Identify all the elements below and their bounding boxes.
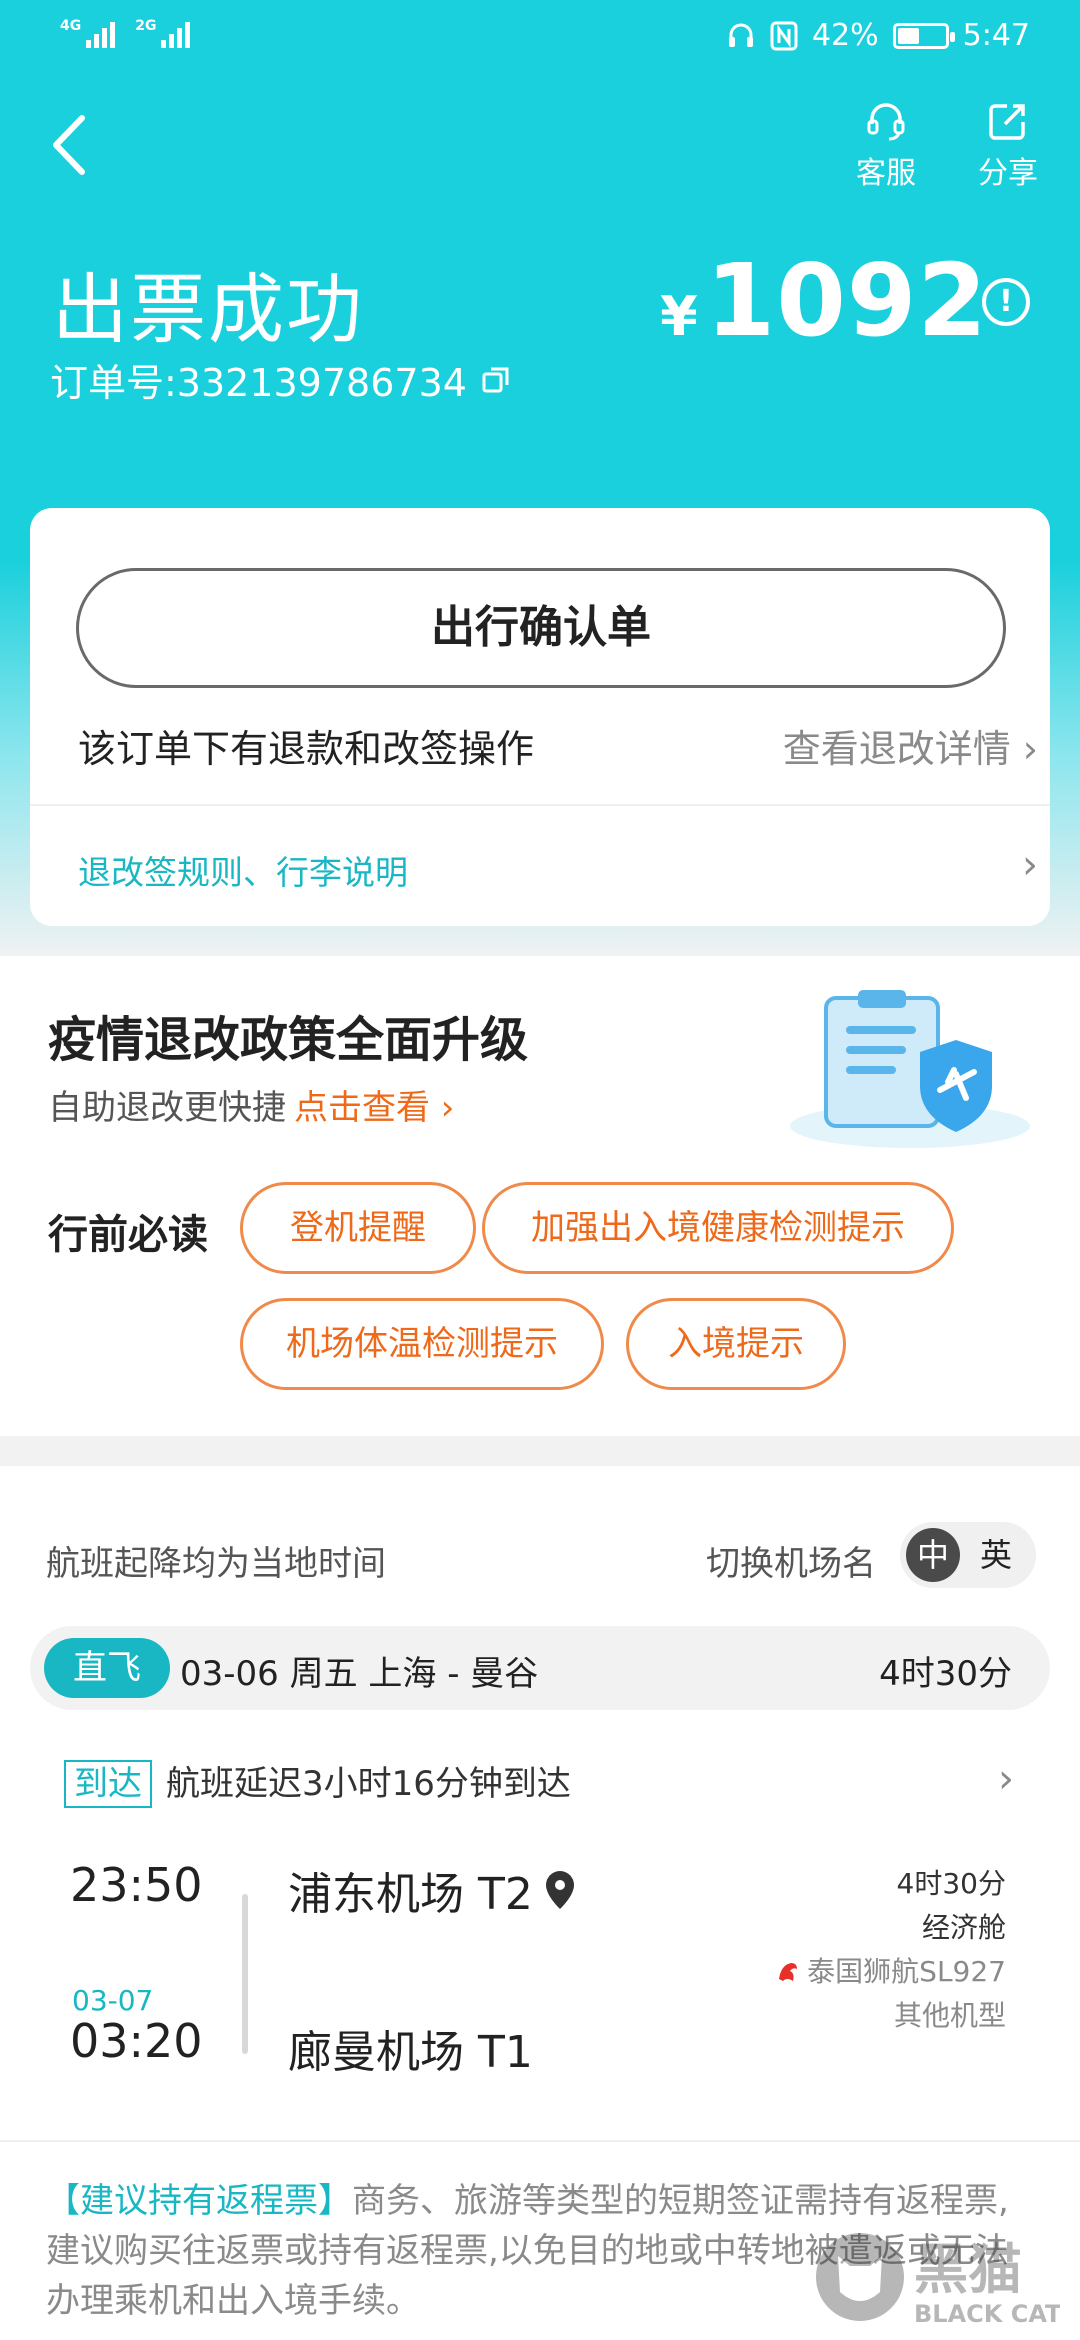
timeline-line: [242, 1894, 248, 2054]
tag-temperature-check[interactable]: 机场体温检测提示: [240, 1298, 604, 1390]
arrival-badge: 到达: [64, 1760, 152, 1808]
location-pin-icon[interactable]: [543, 1869, 577, 1911]
share-button[interactable]: 分享: [958, 98, 1058, 192]
arrival-delay-row[interactable]: 到达 航班延迟3小时16分钟到达 ›: [64, 1756, 1014, 1808]
page-title: 出票成功: [52, 265, 364, 354]
flight-summary-bar: 直飞 03-06 周五 上海 - 曼谷 4时30分: [30, 1626, 1050, 1710]
document-shield-illustration: [790, 990, 1030, 1148]
policy-title: 疫情退改政策全面升级: [48, 1012, 529, 1068]
switch-airport-label: 切换机场名: [706, 1544, 876, 1584]
rules-link-text: 退改签规则、行李说明: [78, 853, 408, 892]
copy-icon[interactable]: [481, 365, 511, 395]
signal-icon: 4G: [60, 18, 116, 48]
refund-text: 该订单下有退款和改签操作: [78, 727, 535, 771]
headphone-icon: [728, 23, 753, 47]
order-number-text: 订单号:332139786734: [50, 361, 467, 405]
share-label: 分享: [978, 156, 1038, 191]
cabin-class: 经济舱: [921, 1911, 1006, 1944]
share-icon: [989, 104, 1025, 140]
flight-meta: 4时30分 经济舱 泰国狮航SL927 其他机型: [775, 1862, 1006, 2038]
lion-air-logo-icon: [779, 1963, 798, 1981]
notice-highlight: 【建议持有返程票】: [46, 2181, 352, 2221]
refund-row[interactable]: 该订单下有退款和改签操作 查看退改详情 ›: [78, 718, 1038, 788]
tag-boarding-reminder[interactable]: 登机提醒: [240, 1182, 476, 1274]
clock: 5:47: [962, 18, 1030, 53]
direct-badge: 直飞: [44, 1638, 170, 1698]
arrival-time: 03:20: [70, 2014, 203, 2068]
travel-confirmation-button[interactable]: 出行确认单: [76, 568, 1006, 688]
must-read-label: 行前必读: [48, 1212, 208, 1258]
flight-duration: 4时30分: [879, 1654, 1012, 1694]
svg-text:黑猫: 黑猫: [914, 2238, 1022, 2301]
arrival-delay-text: 航班延迟3小时16分钟到达: [166, 1764, 571, 1804]
price-info-icon[interactable]: !: [982, 278, 1030, 326]
language-toggle[interactable]: 中 英: [900, 1522, 1036, 1588]
rules-link[interactable]: 退改签规则、行李说明 ›: [78, 842, 1038, 894]
battery-icon: [892, 22, 955, 49]
arrival-date: 03-07: [72, 1984, 154, 2017]
tag-entry-tips[interactable]: 入境提示: [626, 1298, 846, 1390]
nfc-icon: [770, 21, 798, 50]
order-card: 出行确认单 该订单下有退款和改签操作 查看退改详情 › 退改签规则、行李说明 ›: [30, 508, 1050, 926]
headset-icon: [867, 103, 905, 141]
status-bar: 4G 2G 42% 5:47: [0, 0, 1080, 72]
toggle-english[interactable]: 英: [980, 1528, 1012, 1582]
divider: [30, 804, 1050, 806]
signal-icon: 2G: [135, 18, 191, 48]
policy-subtitle: 自助退改更快捷 点击查看 ›: [48, 1088, 455, 1128]
chevron-right-icon: ›: [998, 1756, 1014, 1802]
chevron-right-icon: ›: [1022, 727, 1038, 771]
tag-health-check[interactable]: 加强出入境健康检测提示: [482, 1182, 954, 1274]
battery-percent: 42%: [811, 18, 879, 53]
back-icon[interactable]: [42, 110, 102, 180]
departure-airport: 浦东机场 T2: [288, 1858, 577, 1922]
policy-view-link[interactable]: 点击查看 ›: [294, 1088, 454, 1128]
currency-symbol: ¥: [660, 285, 698, 348]
price-amount: 1092: [705, 242, 988, 359]
toggle-chinese[interactable]: 中: [906, 1528, 960, 1582]
svg-text:BLACK CAT: BLACK CAT: [914, 2300, 1060, 2328]
chevron-right-icon: ›: [1022, 842, 1038, 888]
arrival-airport: 廊曼机场 T1: [288, 2027, 533, 2078]
meta-duration: 4时30分: [896, 1867, 1006, 1900]
flight-route: 03-06 周五 上海 - 曼谷: [180, 1654, 539, 1694]
total-price: ¥ 1092: [660, 242, 988, 359]
local-time-note: 航班起降均为当地时间: [46, 1544, 386, 1584]
customer-service-button[interactable]: 客服: [836, 98, 936, 192]
black-cat-watermark: 黑猫 BLACK CAT: [816, 2233, 1060, 2328]
customer-service-label: 客服: [856, 156, 916, 191]
departure-time: 23:50: [70, 1858, 203, 1912]
aircraft-type: 其他机型: [893, 1999, 1006, 2032]
airline: 泰国狮航SL927: [775, 1950, 1006, 1994]
order-number: 订单号:332139786734: [50, 352, 511, 407]
policy-section: 疫情退改政策全面升级 自助退改更快捷 点击查看 › 行前必读 登机提醒 加强出入境…: [0, 956, 1080, 1436]
refund-detail-link[interactable]: 查看退改详情 ›: [783, 718, 1038, 773]
